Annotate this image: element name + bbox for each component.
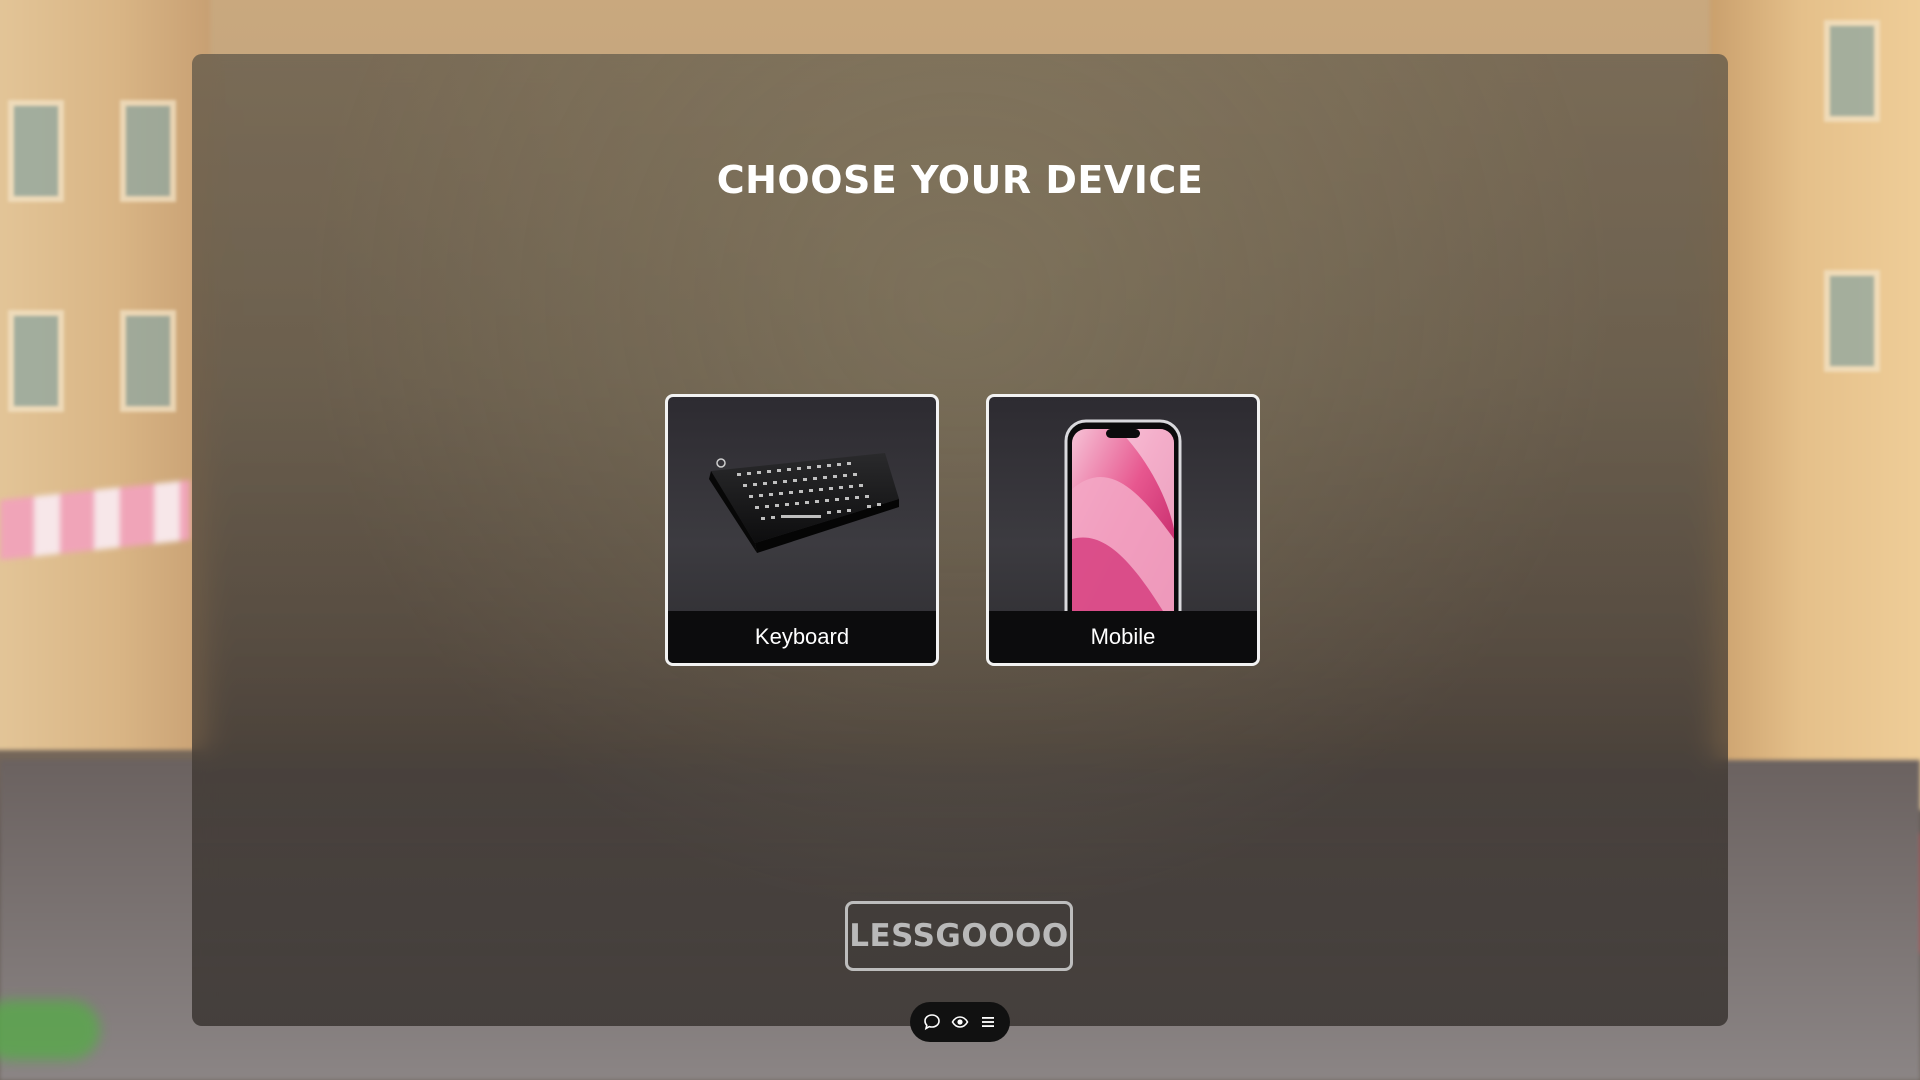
device-select-modal: CHOOSE YOUR DEVICE (192, 54, 1728, 1026)
building-window (1824, 270, 1880, 372)
device-option-label: Keyboard (668, 611, 936, 663)
building-window (8, 100, 64, 202)
smartphone-image (989, 397, 1257, 629)
building-window (120, 310, 176, 412)
chat-bubble-icon[interactable] (920, 1010, 944, 1034)
modal-title: CHOOSE YOUR DEVICE (716, 158, 1204, 202)
confirm-button[interactable]: LESSGOOOO (845, 901, 1073, 971)
keyboard-image (668, 397, 936, 611)
bottom-toolbar (910, 1002, 1010, 1042)
device-option-mobile[interactable]: Mobile (986, 394, 1260, 666)
building-window (120, 100, 176, 202)
building-window (1824, 20, 1880, 122)
building-window (8, 310, 64, 412)
device-option-label: Mobile (989, 611, 1257, 663)
eye-icon[interactable] (948, 1010, 972, 1034)
building-right (1710, 0, 1920, 810)
device-option-keyboard[interactable]: Keyboard (665, 394, 939, 666)
bush (0, 1000, 100, 1060)
menu-icon[interactable] (976, 1010, 1000, 1034)
